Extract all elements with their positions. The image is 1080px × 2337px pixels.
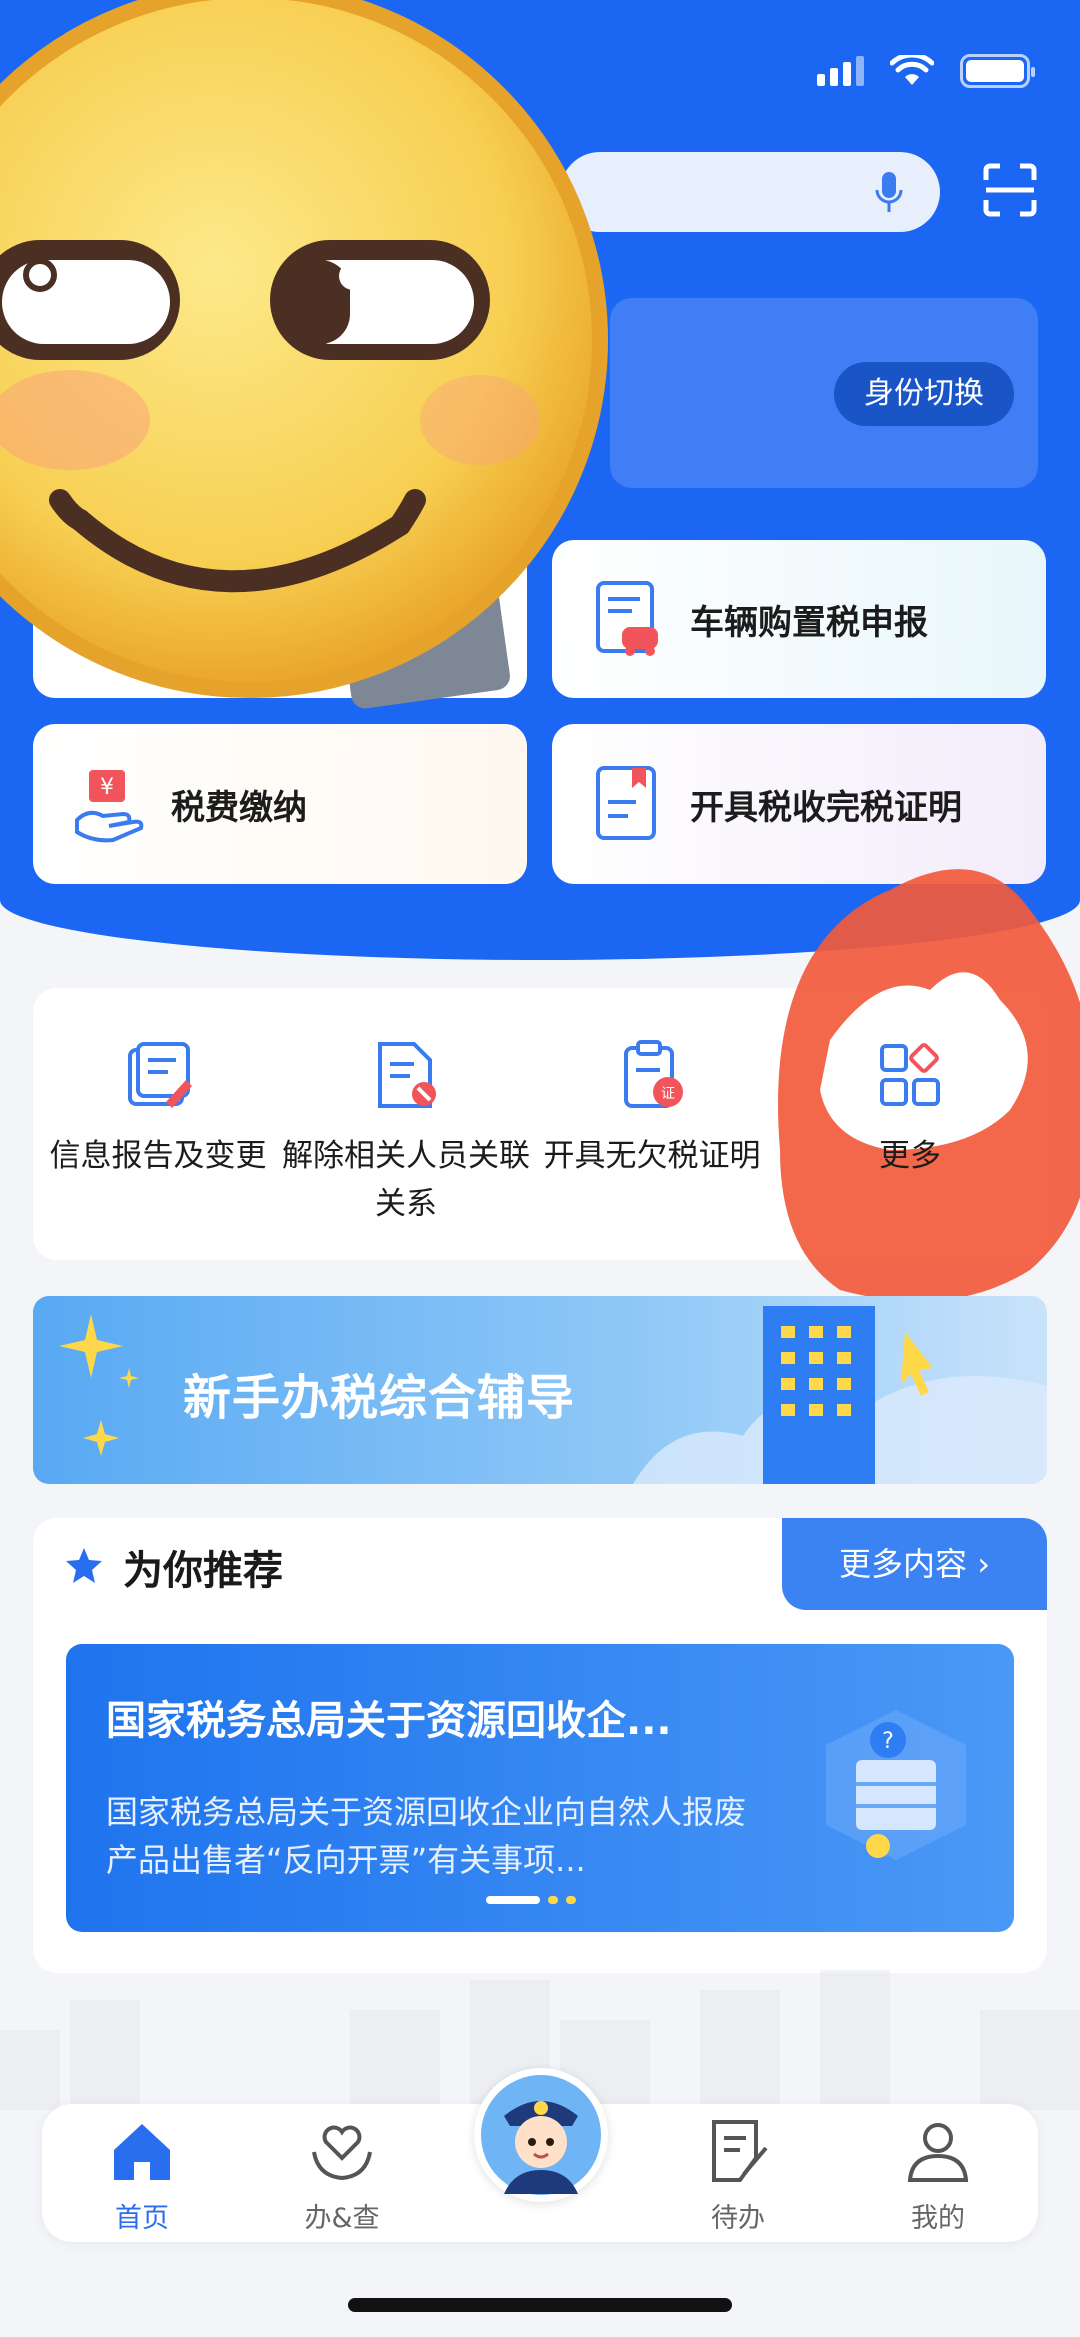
svg-text:¥: ¥ (100, 775, 114, 800)
quick-action-tax-payment[interactable]: ¥ 税费缴纳 (33, 724, 527, 884)
building-illustration (633, 1306, 1047, 1484)
battery-icon (960, 54, 1035, 88)
service-label: 开具无欠税证明 (543, 1138, 761, 1174)
heart-hand-icon (312, 2125, 372, 2181)
tab-label: 首页 (115, 2203, 169, 2234)
quick-action-label: 车辆购置税申报 (690, 602, 928, 643)
recommend-card[interactable]: 国家税务总局关于资源回收企... 国家税务总局关于资源回收企业向自然人报废产品出… (66, 1644, 1014, 1932)
banner-title: 新手办税综合辅导 (183, 1370, 576, 1426)
tax-payment-icon: ¥ (75, 770, 144, 843)
service-info-report[interactable]: 信息报告及变更 (33, 988, 283, 1260)
home-icon (114, 2124, 170, 2180)
recommend-title: 为你推荐 (123, 1548, 283, 1594)
tab-label: 我的 (911, 2203, 965, 2234)
service-no-tax-owed-cert[interactable]: 证 开具无欠税证明 (527, 988, 777, 1260)
identity-switch-button[interactable]: 身份切换 (834, 362, 1014, 426)
svg-text:证: 证 (661, 1086, 675, 1102)
chevron-right-icon: › (977, 1545, 990, 1583)
more-content-label: 更多内容 (839, 1545, 968, 1583)
identity-card: 身份切换 (610, 298, 1038, 488)
signal-icon (817, 56, 864, 86)
microphone-icon[interactable] (874, 170, 904, 214)
service-more[interactable]: 更多 (785, 988, 1035, 1260)
tutorial-banner[interactable]: 新手办税综合辅导 (33, 1296, 1047, 1484)
tab-mine[interactable]: 我的 (838, 2104, 1038, 2242)
info-report-icon (128, 1042, 192, 1108)
todo-list-icon (712, 2120, 768, 2182)
service-label: 更多 (879, 1138, 941, 1174)
unlink-relation-icon (378, 1042, 436, 1108)
tax-officer-avatar-icon (481, 2075, 601, 2195)
user-icon (907, 2123, 969, 2182)
star-icon (66, 1548, 102, 1583)
no-tax-owed-cert-icon: 证 (624, 1040, 683, 1108)
svg-text:?: ? (882, 1729, 894, 1754)
scan-icon[interactable] (982, 162, 1038, 218)
quick-action-label: 税费缴纳 (171, 787, 307, 828)
service-label: 解除相关人员关联关系 (282, 1138, 530, 1222)
service-label: 信息报告及变更 (49, 1138, 267, 1174)
tab-label: 待办 (711, 2203, 765, 2234)
tax-certificate-icon (596, 766, 656, 840)
status-bar (817, 54, 1035, 88)
quick-action-label: 开具税收完税证明 (690, 787, 962, 828)
recommend-card-title: 国家税务总局关于资源回收企... (106, 1698, 672, 1744)
tab-todo[interactable]: 待办 (638, 2104, 838, 2242)
tab-home[interactable]: 首页 (42, 2104, 242, 2242)
help-box-illustration: ? (826, 1710, 966, 1860)
more-grid-icon (880, 1043, 940, 1106)
home-indicator (348, 2298, 732, 2312)
sparkle-icon (59, 1314, 139, 1456)
service-unlink-relation[interactable]: 解除相关人员关联关系 (281, 988, 531, 1260)
wifi-icon (890, 55, 934, 85)
recommend-card-desc: 国家税务总局关于资源回收企业向自然人报废产品出售者“反向开票”有关事项... (106, 1793, 747, 1879)
tab-label: 办&查 (304, 2203, 380, 2234)
smiley-emoji-sticker (0, 0, 608, 709)
recommend-section: 为你推荐 更多内容 › 国家税务总局关于资源回收企... 国家税务总局关于资源回… (33, 1518, 1047, 1973)
more-content-button[interactable]: 更多内容 › (782, 1518, 1047, 1610)
assistant-avatar-button[interactable] (474, 2068, 608, 2202)
tab-handle-query[interactable]: 办&查 (242, 2104, 442, 2242)
carousel-dots (486, 1896, 576, 1904)
